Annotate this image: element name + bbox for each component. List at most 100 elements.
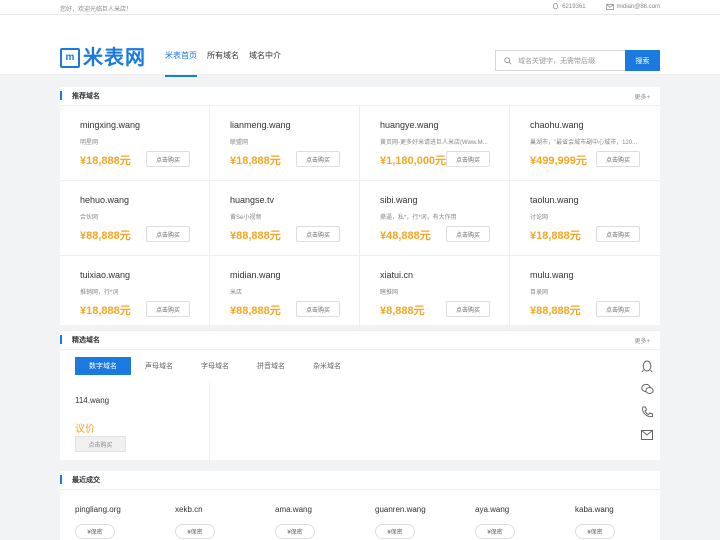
domain-name[interactable]: aya.wang: [475, 505, 509, 514]
tab-misc[interactable]: 杂米域名: [299, 357, 355, 375]
section-title: 推荐域名: [72, 93, 100, 100]
site-logo[interactable]: m 米表网: [60, 47, 146, 69]
price-pill: ¥保密: [175, 524, 215, 539]
domain-name[interactable]: guanren.wang: [375, 505, 426, 514]
domain-name[interactable]: tuixiao.wang: [80, 270, 130, 280]
recent-deal-item[interactable]: guanren.wang ¥保密: [360, 497, 460, 540]
recent-list: pingliang.org ¥保密 xekb.cn ¥保密 ama.wang ¥保密 gua…: [60, 497, 660, 540]
recent-section: 最近成交 pingliang.org ¥保密 xekb.cn ¥保密 ama.wang ¥…: [60, 471, 660, 540]
domain-price: ¥1,180,000元: [380, 155, 447, 167]
more-link[interactable]: 更多+: [634, 92, 650, 101]
domain-card[interactable]: midian.wang 米店 ¥88,888元 点击购买: [210, 256, 360, 331]
recent-header: 最近成交: [60, 471, 660, 490]
qq-icon[interactable]: [638, 357, 656, 375]
buy-button[interactable]: 点击购买: [146, 226, 190, 242]
selected-section: 精选域名 更多+ 数字域名 声母域名 字母域名 拼音域名 杂米域名 114.wa…: [60, 331, 660, 465]
domain-card[interactable]: sibi.wang 撕逼，私*，行*词，有大作用 ¥48,888元 点击购买: [360, 181, 510, 256]
buy-button[interactable]: 点击购买: [596, 226, 640, 242]
domain-description: 瞎推网: [380, 290, 399, 296]
search-bar: 域名关键字，无需带后缀 搜索: [495, 50, 660, 71]
main-nav: 米表首页 所有域名 域名中介: [165, 50, 291, 77]
buy-button[interactable]: 点击购买: [446, 301, 490, 317]
qq-number: 6219361: [562, 3, 586, 10]
domain-name[interactable]: chaohu.wang: [530, 120, 584, 130]
domain-card[interactable]: hehuo.wang 合伙网 ¥88,888元 点击购买: [60, 181, 210, 256]
domain-card[interactable]: lianmeng.wang 联盟网 ¥18,888元 点击购买: [210, 106, 360, 181]
domain-name[interactable]: midian.wang: [230, 270, 281, 280]
domain-name[interactable]: pingliang.org: [75, 505, 121, 514]
selected-header: 精选域名 更多+: [60, 331, 660, 350]
nav-all-domains[interactable]: 所有域名: [207, 50, 239, 77]
domain-name[interactable]: huangye.wang: [380, 120, 439, 130]
domain-card[interactable]: 114.wang 议价 点击购买: [60, 383, 210, 465]
domain-name[interactable]: xiatui.cn: [380, 270, 413, 280]
domain-name[interactable]: sibi.wang: [380, 195, 418, 205]
mail-icon[interactable]: [638, 426, 656, 444]
buy-button[interactable]: 点击购买: [596, 301, 640, 317]
domain-name[interactable]: kaba.wang: [575, 505, 614, 514]
domain-name[interactable]: ama.wang: [275, 505, 312, 514]
buy-button[interactable]: 点击购买: [446, 226, 490, 242]
domain-description: 巢湖市，"最省会城市副中心城市，120...: [530, 140, 638, 146]
domain-name[interactable]: mulu.wang: [530, 270, 574, 280]
recent-deal-item[interactable]: xekb.cn ¥保密: [160, 497, 260, 540]
domain-name[interactable]: hehuo.wang: [80, 195, 129, 205]
domain-price: 议价: [75, 424, 95, 435]
tab-numeric[interactable]: 数字域名: [75, 357, 131, 375]
domain-card[interactable]: huangye.wang 黄页网-更多好米请进巨人米店(Www.M... ¥1,18…: [360, 106, 510, 181]
recommended-section: 推荐域名 更多+ mingxing.wang 明星网 ¥18,888元 点击购买 lia…: [60, 87, 660, 331]
domain-description: 推销网，行*词: [80, 290, 119, 296]
buy-button[interactable]: 点击购买: [75, 436, 126, 452]
recent-deal-item[interactable]: pingliang.org ¥保密: [60, 497, 160, 540]
phone-icon[interactable]: [638, 403, 656, 421]
buy-button[interactable]: 点击购买: [146, 151, 190, 167]
section-title: 精选域名: [72, 337, 100, 344]
domain-card[interactable]: mingxing.wang 明星网 ¥18,888元 点击购买: [60, 106, 210, 181]
domain-name[interactable]: huangse.tv: [230, 195, 274, 205]
domain-card[interactable]: taolun.wang 讨论网 ¥18,888元 点击购买: [510, 181, 660, 256]
domain-card[interactable]: xiatui.cn 瞎推网 ¥8,888元 点击购买: [360, 256, 510, 331]
price-pill: ¥保密: [575, 524, 615, 539]
price-pill: ¥保密: [275, 524, 315, 539]
buy-button[interactable]: 点击购买: [446, 151, 490, 167]
search-input[interactable]: 域名关键字，无需带后缀: [495, 50, 625, 71]
section-accent-bar: [60, 475, 62, 484]
qq-contact[interactable]: 6219361: [552, 3, 586, 10]
tab-initials[interactable]: 声母域名: [131, 357, 187, 375]
domain-price: ¥18,888元: [80, 305, 131, 317]
buy-button[interactable]: 点击购买: [296, 301, 340, 317]
buy-button[interactable]: 点击购买: [146, 301, 190, 317]
domain-card[interactable]: huangse.tv 黄Se小视频 ¥88,888元 点击购买: [210, 181, 360, 256]
buy-button[interactable]: 点击购买: [596, 151, 640, 167]
domain-price: ¥499,999元: [530, 155, 587, 167]
section-accent-bar: [60, 91, 62, 100]
domain-name[interactable]: lianmeng.wang: [230, 120, 291, 130]
domain-name[interactable]: xekb.cn: [175, 505, 203, 514]
domain-description: 黄页网-更多好米请进巨人米店(Www.M...: [380, 140, 488, 146]
price-pill: ¥保密: [75, 524, 115, 539]
domain-name[interactable]: mingxing.wang: [80, 120, 140, 130]
nav-home[interactable]: 米表首页: [165, 50, 197, 77]
domain-name[interactable]: 114.wang: [75, 396, 109, 405]
buy-button[interactable]: 点击购买: [296, 151, 340, 167]
recent-deal-item[interactable]: kaba.wang ¥保密: [560, 497, 660, 540]
domain-name[interactable]: taolun.wang: [530, 195, 579, 205]
domain-price: ¥18,888元: [80, 155, 131, 167]
wechat-icon[interactable]: [638, 380, 656, 398]
welcome-text: 您好，欢迎光临巨人米店！: [60, 7, 133, 13]
nav-domain-agency[interactable]: 域名中介: [249, 50, 281, 77]
search-button[interactable]: 搜索: [625, 50, 660, 71]
domain-price: ¥88,888元: [80, 230, 131, 242]
recent-deal-item[interactable]: aya.wang ¥保密: [460, 497, 560, 540]
tab-letters[interactable]: 字母域名: [187, 357, 243, 375]
more-link[interactable]: 更多+: [634, 336, 650, 345]
domain-card[interactable]: chaohu.wang 巢湖市，"最省会城市副中心城市，120... ¥499,99…: [510, 106, 660, 181]
email-contact[interactable]: midian@88.com: [605, 3, 660, 10]
category-tabs: 数字域名 声母域名 字母域名 拼音域名 杂米域名: [75, 357, 355, 375]
domain-card[interactable]: tuixiao.wang 推销网，行*词 ¥18,888元 点击购买: [60, 256, 210, 331]
domain-description: 黄Se小视频: [230, 215, 262, 221]
buy-button[interactable]: 点击购买: [296, 226, 340, 242]
recent-deal-item[interactable]: ama.wang ¥保密: [260, 497, 360, 540]
domain-card[interactable]: mulu.wang 目录网 ¥88,888元 点击购买: [510, 256, 660, 331]
tab-pinyin[interactable]: 拼音域名: [243, 357, 299, 375]
